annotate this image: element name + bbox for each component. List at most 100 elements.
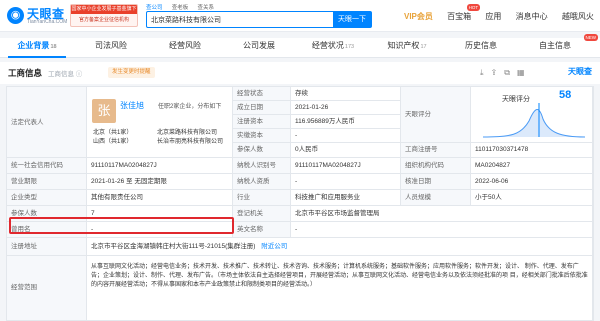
new-badge: NEW: [583, 34, 598, 41]
insured-highlight-box: [9, 217, 234, 234]
scale-label: 人员规模: [401, 190, 471, 206]
tab-count: 173: [344, 44, 355, 50]
hot-badge: HOT: [466, 4, 481, 11]
score-value: 58: [559, 89, 572, 101]
status-value: 存续: [291, 87, 401, 101]
paid-value: -: [291, 129, 401, 143]
qr-icon[interactable]: ▦: [517, 68, 532, 77]
tab-label: 历史信息: [465, 41, 497, 50]
business-scope-text: 从事互联网文化活动；经营电信业务；技术开发、技术推广、技术转让、技术咨询、技术服…: [91, 263, 589, 290]
taxid-value: 91110117MA0204827J: [291, 158, 401, 174]
tab-label: 司法风险: [95, 41, 127, 50]
nav-user[interactable]: 越哦风火: [562, 11, 594, 22]
org-label: 组织机构代码: [401, 158, 471, 174]
watermark-logo: 天眼查: [568, 67, 592, 76]
term-value: 2021-01-26 至 无固定期限: [87, 174, 233, 190]
nav-toolbox-label: 百宝箱: [447, 12, 472, 21]
tab-intellectual-property[interactable]: 知识产权17: [370, 38, 444, 58]
rep-company-link[interactable]: 长治市朋亮科技有限公司: [157, 138, 223, 147]
type-label: 企业类型: [7, 190, 87, 206]
search-tab-boss[interactable]: 查老板: [172, 3, 189, 11]
type-value: 其他有限责任公司: [87, 190, 233, 206]
banner-top-text: 国家中小企业发展子基金旗下: [71, 5, 137, 14]
tab-history[interactable]: 历史信息: [444, 38, 518, 58]
addr-cell: 北京市平谷区金海湖镇韩庄村大街111号-21015(集群注册) 附近公司: [87, 238, 593, 256]
approve-label: 核准日期: [401, 174, 471, 190]
tab-label: 知识产权: [387, 41, 420, 50]
tab-enterprise-background[interactable]: 企业背景18: [0, 38, 74, 58]
tab-operating-risk[interactable]: 经营风险: [148, 38, 222, 58]
addr-value: 北京市平谷区金海湖镇韩庄村大街111号-21015(集群注册): [91, 243, 256, 250]
rep-region: 山西（共1家）: [93, 139, 133, 145]
rep-companies: 北京菜路科技有限公司 长治市朋亮科技有限公司: [157, 129, 223, 147]
industry-value: 科技推广和应用服务业: [291, 190, 401, 206]
scope-label: 经营范围: [7, 256, 87, 320]
taxq-label: 纳税人资质: [233, 174, 291, 190]
paid-label: 实缴资本: [233, 129, 291, 143]
tab-company-development[interactable]: 公司发展: [222, 38, 296, 58]
regno-value: 110117030371478: [471, 143, 593, 158]
section-subtitle: 工商信息 ⓘ: [48, 71, 83, 78]
business-info-header: 工商信息 工商信息 ⓘ 发生变更时提醒 ⤓⇪⧉▦ 天眼查: [0, 62, 600, 84]
term-label: 营业期限: [7, 174, 87, 190]
nav-apps[interactable]: 应用: [485, 11, 501, 22]
nearby-companies-link[interactable]: 附近公司: [261, 243, 287, 250]
nav-vip-label: VIP会员: [404, 12, 433, 21]
nav-toolbox[interactable]: 百宝箱 HOT: [447, 4, 481, 22]
tab-label: 自主信息: [539, 41, 571, 50]
top-nav: VIP会员 百宝箱 HOT 应用 消息中心 越哦风火: [404, 4, 600, 25]
usc-label: 统一社会信用代码: [7, 158, 87, 174]
score-label: 天眼评分: [401, 87, 471, 143]
regorg-value: 北京市平谷区市场监督管理局: [291, 206, 593, 222]
scope-line: 从事互联网文化活动；经营电信业务；技术开发、技术推广、技术转让、技术咨询、技术服…: [91, 264, 524, 270]
section-tabs: 企业背景18 司法风险 经营风险 公司发展 经营状况173 知识产权17 历史信…: [0, 34, 600, 58]
regno-label: 工商注册号: [401, 143, 471, 158]
copy-icon[interactable]: ⧉: [504, 68, 517, 77]
nav-messages[interactable]: 消息中心: [516, 11, 548, 22]
rep-regions: 北京（共1家） 山西（共1家）: [93, 129, 132, 147]
business-info-table: 法定代表人 张 张佳旭 任职2家企业，分布如下 北京（共1家） 山西（共1家） …: [6, 86, 594, 321]
eye-logo-icon: ◉: [7, 7, 24, 24]
search-button[interactable]: 天眼一下: [333, 12, 371, 27]
nav-apps-label: 应用: [485, 12, 502, 21]
taxq-value: -: [291, 174, 401, 190]
nav-user-label: 越哦风火: [561, 12, 594, 21]
tab-judicial-risk[interactable]: 司法风险: [74, 38, 148, 58]
credit-banner[interactable]: 国家中小企业发展子基金旗下 官方备案企业征信机构: [70, 4, 138, 27]
score-curve: [482, 109, 586, 138]
regorg-label: 登记机关: [233, 206, 291, 222]
tab-label: 企业背景: [17, 41, 50, 50]
staff-label: 参保人数: [233, 143, 291, 158]
approve-value: 2022-06-06: [471, 174, 593, 190]
capital-label: 注册资本: [233, 115, 291, 129]
found-label: 成立日期: [233, 101, 291, 115]
rep-name-link[interactable]: 张佳旭: [120, 100, 144, 111]
industry-label: 行业: [233, 190, 291, 206]
scale-value: 小于50人: [471, 190, 593, 206]
search-tab-relation[interactable]: 查关系: [198, 3, 215, 11]
banner-bottom-text: 官方备案企业征信机构: [78, 17, 129, 23]
rep-company-link[interactable]: 北京菜路科技有限公司: [157, 129, 223, 138]
top-header: ◉ 天眼查 TianYanCha.COM 国家中小企业发展子基金旗下 官方备案企…: [0, 0, 600, 32]
section-title: 工商信息: [8, 68, 43, 78]
rep-avatar[interactable]: 张: [92, 99, 116, 123]
usc-value: 91110117MA0204827J: [87, 158, 233, 174]
search-type-tabs: 查公司 查老板 查关系: [146, 2, 221, 11]
share-icon[interactable]: ⇪: [491, 68, 505, 77]
change-alert-tag[interactable]: 发生变更时提醒: [108, 67, 155, 78]
engname-label: 英文名称: [233, 222, 291, 238]
taxid-label: 纳税人识别号: [233, 158, 291, 174]
tab-label: 经营风险: [169, 41, 201, 50]
status-label: 经营状态: [233, 87, 291, 101]
tab-operating-status[interactable]: 经营状况173: [296, 38, 370, 58]
addr-label: 注册地址: [7, 238, 87, 256]
search-tab-company[interactable]: 查公司: [146, 3, 163, 11]
tianyancha-logo[interactable]: ◉ 天眼查 TianYanCha.COM: [7, 5, 67, 27]
staff-value: 0人民币: [291, 143, 401, 158]
search-input[interactable]: [147, 12, 333, 27]
tab-self-info[interactable]: 自主信息 NEW: [518, 34, 598, 58]
rep-label: 法定代表人: [7, 87, 87, 158]
download-icon[interactable]: ⤓: [480, 68, 491, 77]
nav-vip[interactable]: VIP会员: [404, 11, 433, 22]
tab-count: 18: [50, 44, 57, 50]
